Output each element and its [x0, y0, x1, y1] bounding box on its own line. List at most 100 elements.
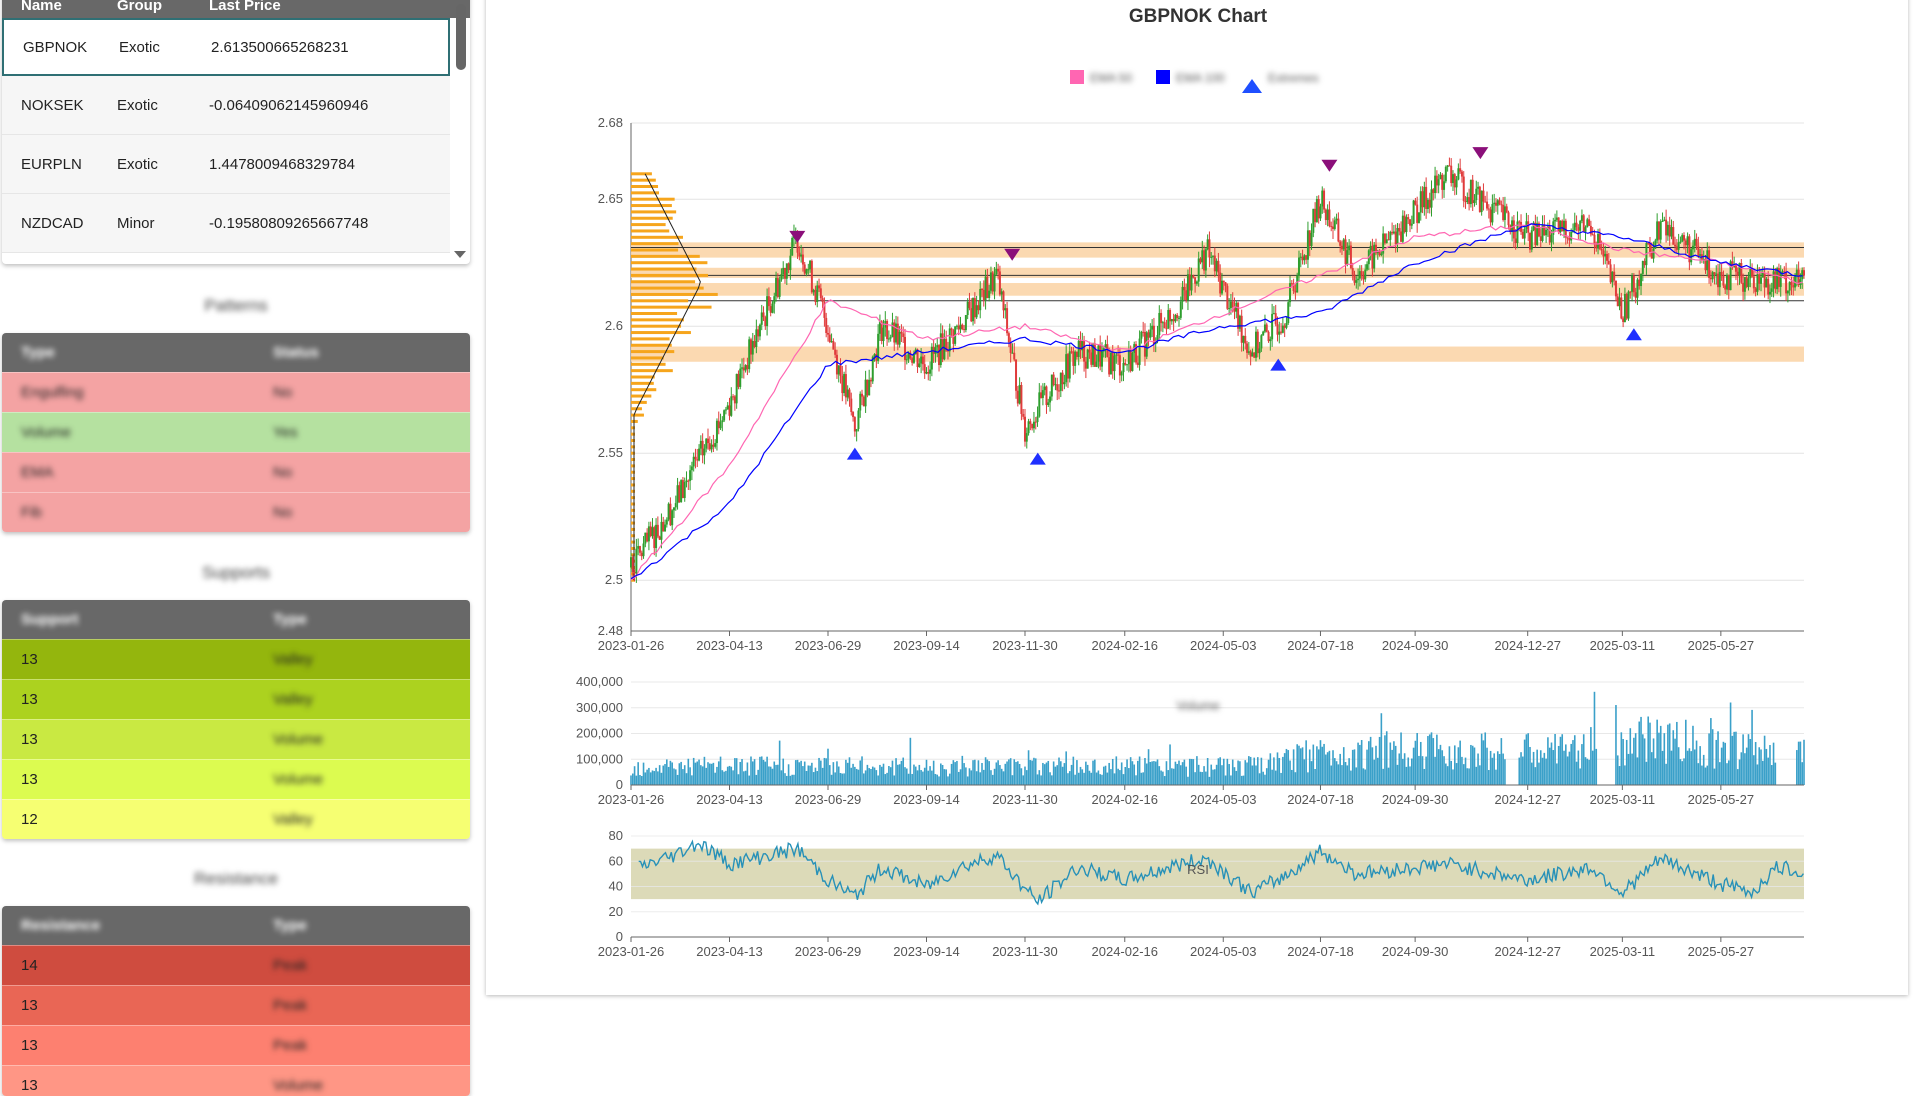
candle-body: [712, 444, 715, 447]
candle-body: [1500, 204, 1503, 206]
column-header[interactable]: Support: [2, 611, 273, 628]
candle-body: [776, 277, 779, 297]
volume-bar: [1151, 761, 1153, 785]
column-header[interactable]: Type: [273, 917, 307, 934]
table-row[interactable]: 13 Volume: [2, 1065, 470, 1096]
table-row[interactable]: 14 Peak: [2, 945, 470, 985]
candle-body: [1625, 294, 1628, 319]
candle-body: [1004, 308, 1007, 311]
volume-bar: [1246, 762, 1248, 785]
volume-bar: [1169, 744, 1171, 785]
table-row[interactable]: 13 Volume: [2, 719, 470, 759]
volume-bar: [959, 769, 962, 785]
candle-body: [1803, 270, 1805, 276]
chart-legend[interactable]: EMA 50 EMA 100 Extremes: [1070, 70, 1319, 93]
table-row[interactable]: EMA No: [2, 452, 470, 492]
volume-bar: [1726, 763, 1728, 785]
candle-body: [1394, 231, 1397, 245]
column-header[interactable]: Status: [273, 344, 319, 361]
volume-chart[interactable]: 400,000 300,000 200,000 100,000 0 Volume 2023-…: [576, 674, 1805, 807]
chart-canvas[interactable]: GBPNOK Chart EMA 50 EMA 100 Extremes 2.482…: [486, 0, 1908, 995]
candle-body: [1464, 201, 1467, 203]
volume-bar: [1663, 733, 1666, 785]
candle-body: [1720, 271, 1723, 276]
candle-body: [1185, 290, 1188, 301]
volume-bar: [1074, 774, 1076, 785]
watchlist-row[interactable]: GBPNOK Exotic 2.613500665268231: [2, 18, 450, 76]
volume-bar: [689, 767, 691, 785]
x-tick-label: 2023-04-13: [696, 944, 763, 959]
table-row[interactable]: 13 Valley: [2, 639, 470, 679]
candle-body: [1468, 197, 1471, 205]
scroll-down-icon[interactable]: [454, 251, 466, 258]
volume-bar: [1590, 727, 1592, 785]
row-type: Peak: [273, 1037, 308, 1054]
x-tick-label: 2024-12-27: [1494, 944, 1561, 959]
volume-bar: [793, 774, 795, 785]
table-row[interactable]: 12 Valley: [2, 799, 470, 839]
candle-body: [1016, 390, 1019, 404]
candle-body: [1801, 270, 1804, 280]
left-panel: Name Group Last Price GBPNOK Exotic 2.61…: [0, 0, 472, 1096]
candle-body: [762, 312, 765, 318]
candle-body: [1240, 315, 1243, 343]
volume-bar: [1530, 762, 1533, 785]
volume-bar: [737, 774, 740, 785]
volume-bar: [1615, 705, 1617, 785]
volume-bar: [1556, 763, 1558, 785]
candle-body: [630, 557, 632, 568]
price-chart[interactable]: 2.48 2.5 2.55 2.6 2.65 2.68 2023-01-26 2023-04-…: [598, 115, 1805, 653]
table-row[interactable]: 13 Peak: [2, 985, 470, 1025]
candle-body: [1609, 264, 1612, 283]
table-row[interactable]: Fib No: [2, 492, 470, 532]
volume-bar: [1282, 756, 1284, 785]
candle-body: [1088, 349, 1091, 353]
candle-body: [1351, 268, 1354, 275]
column-header[interactable]: Resistance: [2, 917, 273, 934]
candle-body: [723, 410, 726, 421]
candle-body: [1672, 227, 1675, 245]
column-header-name[interactable]: Name: [2, 0, 117, 14]
candle-body: [1100, 351, 1103, 367]
volume-bar: [1473, 747, 1476, 785]
volume-bar: [1582, 734, 1585, 785]
watchlist-row[interactable]: NZDCAD Minor -0.19580809265667748: [2, 194, 450, 253]
candle-body: [746, 365, 749, 370]
volume-bar: [809, 765, 811, 785]
candle-body: [1573, 222, 1576, 231]
candle-body: [674, 503, 677, 508]
volume-bar: [1156, 759, 1159, 785]
volume-bar: [1493, 753, 1495, 785]
candle-body: [1049, 396, 1052, 403]
column-header[interactable]: Type: [273, 611, 307, 628]
volume-bar: [828, 765, 831, 785]
candle-body: [819, 288, 822, 299]
table-row[interactable]: 13 Valley: [2, 679, 470, 719]
candle-body: [1213, 255, 1216, 272]
column-header-last-price[interactable]: Last Price: [209, 0, 470, 14]
volume-bar: [777, 764, 779, 785]
watchlist-scrollbar[interactable]: [456, 4, 466, 70]
table-row[interactable]: Engulfing No: [2, 372, 470, 412]
candle-body: [694, 456, 697, 460]
candle-body: [1043, 386, 1046, 391]
candle-body: [1396, 228, 1399, 245]
table-row[interactable]: 13 Volume: [2, 759, 470, 799]
volume-profile-bar: [631, 337, 670, 341]
column-header-group[interactable]: Group: [117, 0, 209, 14]
column-header[interactable]: Type: [2, 344, 273, 361]
table-row[interactable]: Volume Yes: [2, 412, 470, 452]
y-tick-label: 200,000: [576, 726, 623, 741]
candle-body: [925, 371, 928, 374]
watchlist-row[interactable]: NOKSEK Exotic -0.06409062145960946: [2, 76, 450, 135]
candle-body: [1061, 372, 1064, 385]
volume-bar: [1439, 744, 1442, 785]
volume-bar: [1547, 737, 1549, 785]
watchlist-row[interactable]: EURPLN Exotic 1.4478009468329784: [2, 135, 450, 194]
volume-bar: [1407, 757, 1410, 785]
candle-body: [1665, 219, 1668, 236]
candle-body: [1272, 313, 1275, 315]
candle-body: [1398, 228, 1401, 232]
table-row[interactable]: 13 Peak: [2, 1025, 470, 1065]
rsi-chart[interactable]: 80 60 40 20 0 RSI 2023-01-26 2023-04-13 2023-06-…: [598, 828, 1804, 959]
